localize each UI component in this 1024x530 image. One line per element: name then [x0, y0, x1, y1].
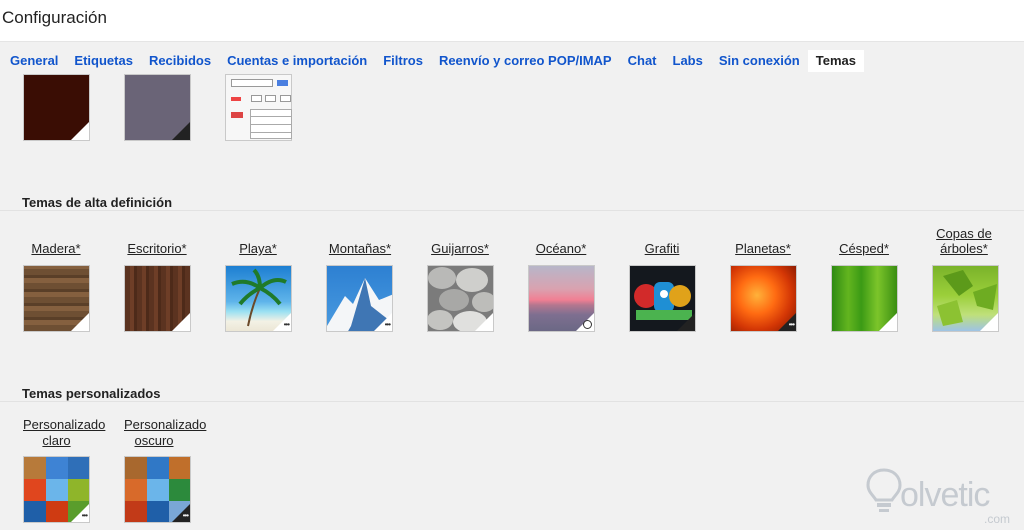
theme-label-oceano[interactable]: Océano* — [523, 241, 599, 257]
preview-badge: ••• — [182, 511, 189, 520]
theme-label-montanas[interactable]: Montañas* — [321, 241, 399, 257]
theme-thumb-planetas[interactable]: ••• — [730, 265, 797, 332]
theme-label-cesped[interactable]: Césped* — [826, 241, 902, 257]
section-divider — [0, 210, 1024, 211]
tab-etiquetas[interactable]: Etiquetas — [66, 50, 141, 72]
tab-sin-conexion[interactable]: Sin conexión — [711, 50, 808, 72]
solvetic-watermark: olvetic .com — [862, 462, 1022, 526]
section-title-custom: Temas personalizados — [22, 386, 161, 401]
page-title: Configuración — [2, 8, 107, 27]
preview-badge: ••• — [788, 320, 795, 329]
clock-icon — [583, 320, 592, 329]
theme-thumb-slate[interactable] — [124, 74, 191, 141]
tab-chat[interactable]: Chat — [620, 50, 665, 72]
section-title-hd: Temas de alta definición — [22, 195, 173, 210]
preview-badge: ••• — [81, 511, 88, 520]
tab-reenvio[interactable]: Reenvío y correo POP/IMAP — [431, 50, 620, 72]
theme-thumb-guijarros[interactable] — [427, 265, 494, 332]
tab-labs[interactable]: Labs — [665, 50, 711, 72]
theme-label-escritorio[interactable]: Escritorio* — [119, 241, 195, 257]
tab-recibidos[interactable]: Recibidos — [141, 50, 219, 72]
tab-general[interactable]: General — [2, 50, 66, 72]
section-divider — [0, 401, 1024, 402]
theme-label-personalizado-claro-line1[interactable]: Personalizado — [23, 417, 117, 433]
theme-thumb-basic-preview[interactable] — [225, 74, 292, 141]
theme-label-madera[interactable]: Madera* — [18, 241, 94, 257]
theme-thumb-grafiti[interactable] — [629, 265, 696, 332]
tab-temas[interactable]: Temas — [807, 50, 864, 72]
theme-thumb-oceano[interactable] — [528, 265, 595, 332]
tab-filtros[interactable]: Filtros — [375, 50, 431, 72]
theme-thumb-cesped[interactable] — [831, 265, 898, 332]
preview-badge: ••• — [384, 320, 391, 329]
watermark-text: olvetic — [900, 476, 990, 514]
theme-thumb-escritorio[interactable] — [124, 265, 191, 332]
theme-label-planetas[interactable]: Planetas* — [725, 241, 801, 257]
theme-label-guijarros[interactable]: Guijarros* — [422, 241, 498, 257]
tab-cuentas[interactable]: Cuentas e importación — [219, 50, 375, 72]
watermark-suffix: .com — [984, 512, 1011, 526]
lightbulb-icon — [866, 468, 902, 512]
theme-thumb-copas[interactable] — [932, 265, 999, 332]
theme-label-personalizado-oscuro-line1[interactable]: Personalizado — [124, 417, 218, 433]
theme-label-personalizado-claro-line2[interactable]: claro — [23, 433, 90, 449]
theme-thumb-playa[interactable]: ••• — [225, 265, 292, 332]
header: Configuración — [0, 0, 1024, 42]
preview-badge: ••• — [283, 320, 290, 329]
theme-thumb-montanas[interactable]: ••• — [326, 265, 393, 332]
theme-label-grafiti[interactable]: Grafiti — [624, 241, 700, 257]
theme-label-copas-line1[interactable]: Copas de — [926, 226, 1002, 242]
theme-label-personalizado-oscuro-line2[interactable]: oscuro — [124, 433, 184, 449]
settings-tabs: General Etiquetas Recibidos Cuentas e im… — [0, 50, 1024, 72]
theme-label-copas-line2[interactable]: árboles* — [926, 241, 1002, 257]
theme-thumb-madera[interactable] — [23, 265, 90, 332]
theme-thumb-dark-brown[interactable] — [23, 74, 90, 141]
theme-thumb-personalizado-claro[interactable]: ••• — [23, 456, 90, 523]
theme-label-playa[interactable]: Playa* — [220, 241, 296, 257]
theme-thumb-personalizado-oscuro[interactable]: ••• — [124, 456, 191, 523]
